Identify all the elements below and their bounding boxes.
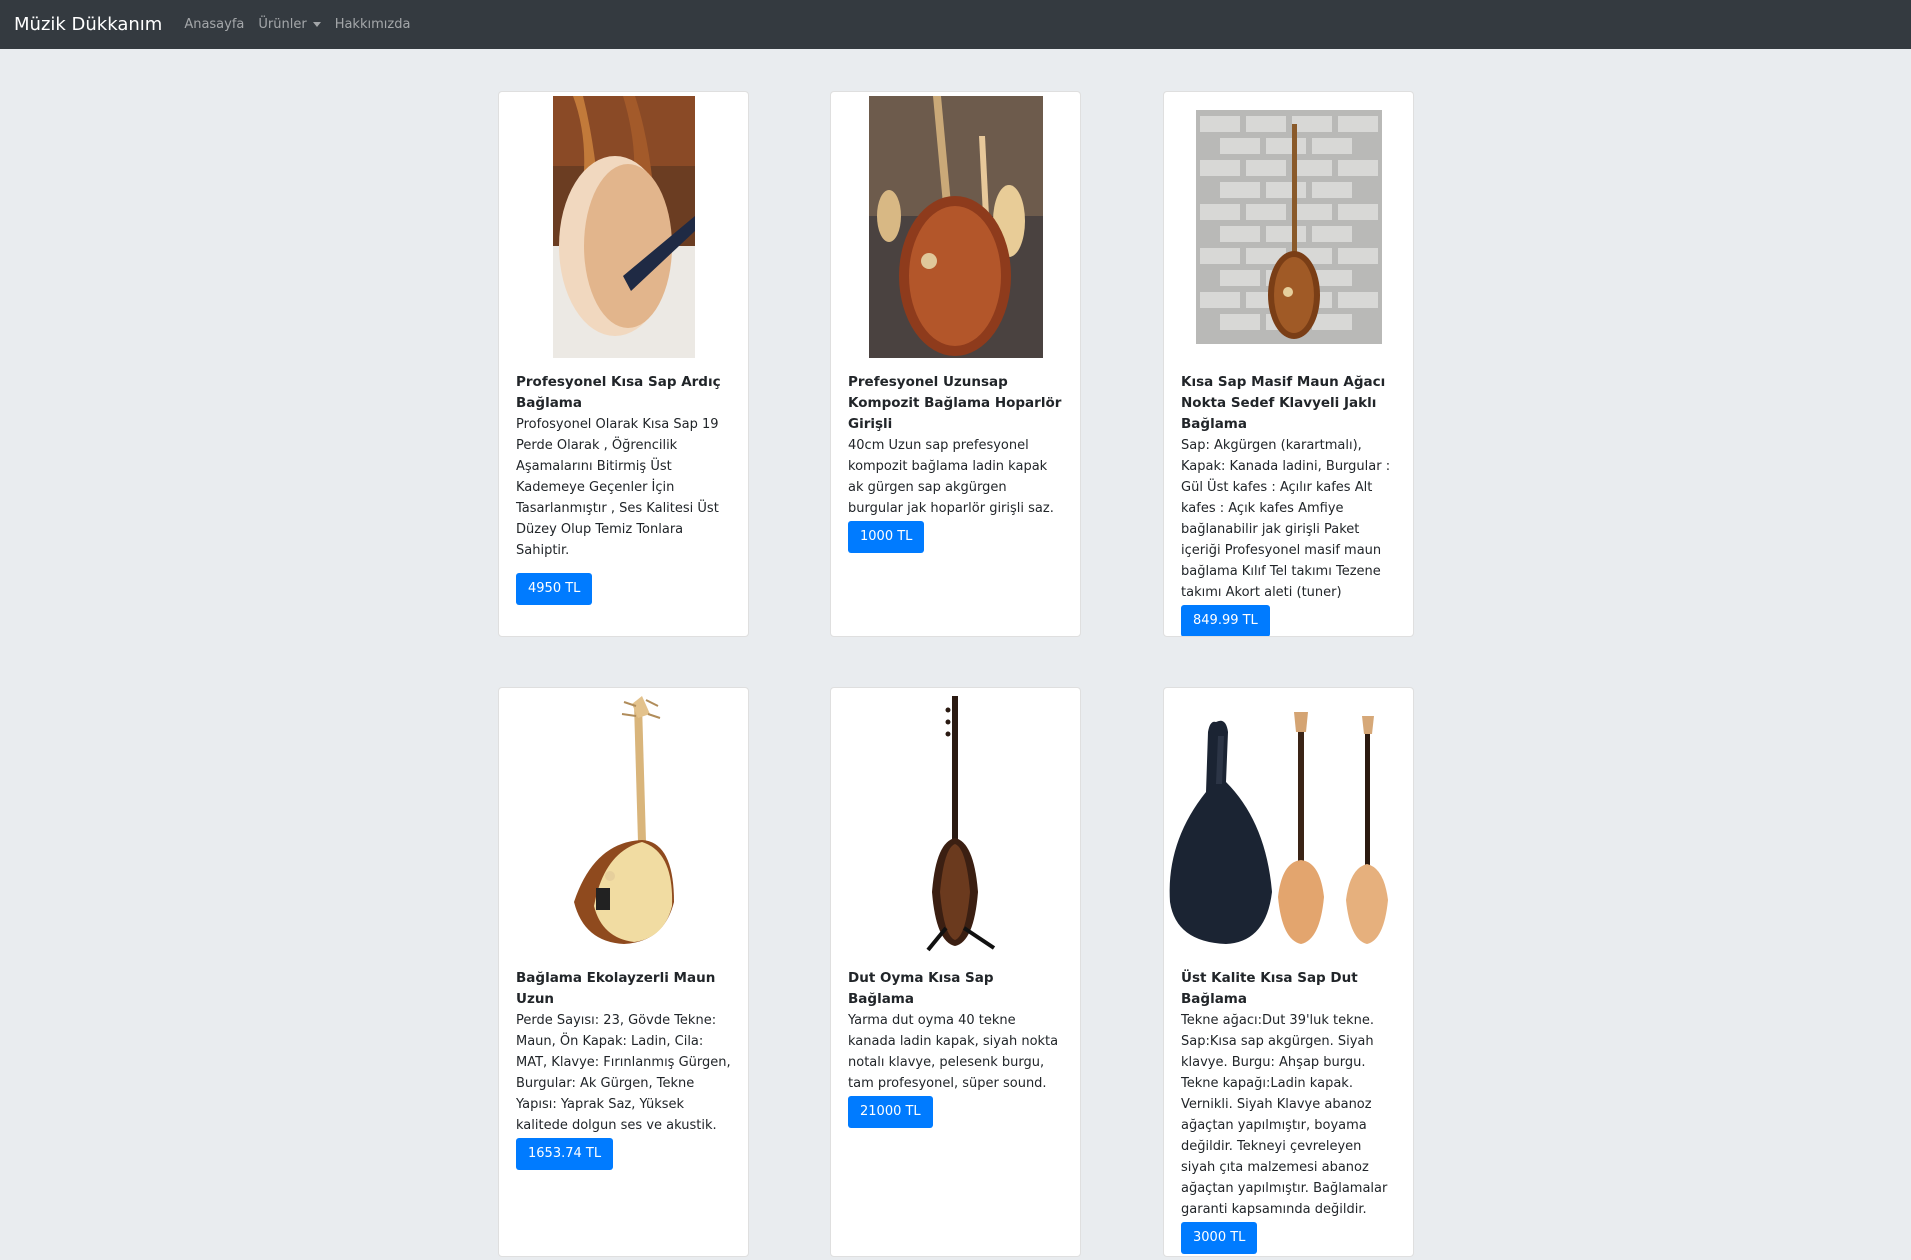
product-title: Bağlama Ekolayzerli Maun Uzun [516, 970, 716, 1007]
product-card: Dut Oyma Kısa Sap Bağlama Yarma dut oyma… [830, 687, 1081, 1257]
top-navbar: Müzik Dükkanım Anasayfa Ürünler Hakkımız… [0, 0, 1911, 49]
product-image [831, 92, 1080, 362]
product-card: Bağlama Ekolayzerli Maun Uzun Perde Sayı… [498, 687, 749, 1257]
price-button[interactable]: 1000 TL [848, 521, 925, 553]
caret-down-icon [312, 22, 321, 27]
nav-link-products-label: Ürünler [258, 17, 307, 32]
product-title: Üst Kalite Kısa Sap Dut Bağlama [1181, 970, 1358, 1007]
price-button[interactable]: 21000 TL [848, 1096, 933, 1128]
product-description: Sap: Akgürgen (karartmalı), Kapak: Kanad… [1181, 438, 1391, 600]
price-button[interactable]: 849.99 TL [1181, 605, 1270, 636]
product-image [1164, 92, 1413, 362]
product-description: Tekne ağacı:Dut 39'luk tekne. Sap:Kısa s… [1181, 1013, 1388, 1217]
product-image [831, 688, 1080, 958]
product-card: Kısa Sap Masif Maun Ağacı Nokta Sedef Kl… [1163, 91, 1414, 637]
price-button[interactable]: 3000 TL [1181, 1222, 1258, 1254]
product-image [499, 92, 748, 362]
product-description: Profosyonel Olarak Kısa Sap 19 Perde Ola… [516, 417, 719, 558]
product-description: Yarma dut oyma 40 tekne kanada ladin kap… [848, 1013, 1059, 1091]
nav-link-home[interactable]: Anasayfa [184, 17, 244, 32]
price-button[interactable]: 4950 TL [516, 573, 593, 605]
product-image [499, 688, 748, 958]
nav-link-about[interactable]: Hakkımızda [335, 17, 411, 32]
product-image [1164, 688, 1413, 958]
nav-link-products-dropdown[interactable]: Ürünler [258, 17, 321, 32]
product-card: Üst Kalite Kısa Sap Dut Bağlama Tekne ağ… [1163, 687, 1414, 1257]
product-description: 40cm Uzun sap prefesyonel kompozit bağla… [848, 438, 1054, 516]
product-grid: Profesyonel Kısa Sap Ardıç Bağlama Profo… [0, 49, 1911, 1260]
product-description: Perde Sayısı: 23, Gövde Tekne: Maun, Ön … [516, 1013, 731, 1133]
product-card: Prefesyonel Uzunsap Kompozit Bağlama Hop… [830, 91, 1081, 637]
brand-link[interactable]: Müzik Dükkanım [14, 14, 162, 35]
price-button[interactable]: 1653.74 TL [516, 1138, 614, 1170]
product-title: Prefesyonel Uzunsap Kompozit Bağlama Hop… [848, 374, 1062, 432]
nav-link-about-label: Hakkımızda [334, 17, 411, 32]
product-card: Profesyonel Kısa Sap Ardıç Bağlama Profo… [498, 91, 749, 637]
product-title: Profesyonel Kısa Sap Ardıç Bağlama [516, 374, 721, 411]
product-title: Dut Oyma Kısa Sap Bağlama [848, 970, 994, 1007]
nav-link-home-label: Anasayfa [184, 17, 245, 32]
product-title: Kısa Sap Masif Maun Ağacı Nokta Sedef Kl… [1181, 374, 1386, 432]
